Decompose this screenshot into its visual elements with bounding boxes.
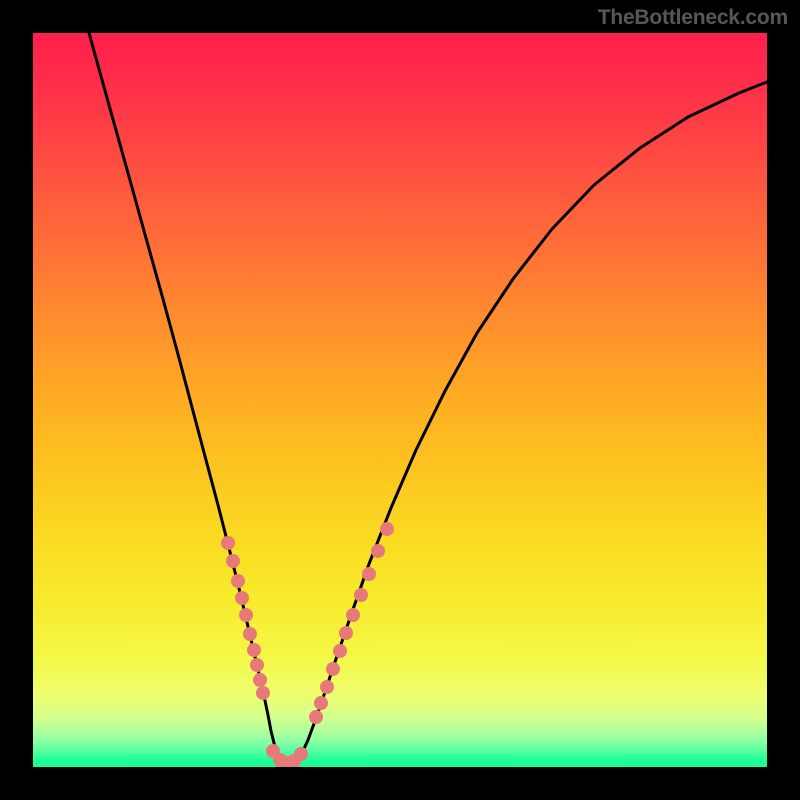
- marker-point: [231, 574, 245, 588]
- marker-point: [371, 544, 385, 558]
- marker-point: [326, 662, 340, 676]
- marker-point: [314, 696, 328, 710]
- chart-svg: [33, 33, 767, 767]
- marker-point: [250, 658, 264, 672]
- marker-point: [226, 554, 240, 568]
- marker-point: [235, 591, 249, 605]
- watermark-text: TheBottleneck.com: [598, 6, 788, 30]
- marker-point: [239, 608, 253, 622]
- curve-v-curve: [89, 33, 767, 764]
- marker-point: [221, 536, 235, 550]
- marker-point: [354, 588, 368, 602]
- marker-point: [294, 747, 308, 761]
- marker-point: [320, 680, 334, 694]
- marker-point: [243, 627, 257, 641]
- chart-frame: TheBottleneck.com: [0, 0, 800, 800]
- marker-point: [333, 644, 347, 658]
- marker-point: [247, 643, 261, 657]
- marker-point: [362, 567, 376, 581]
- marker-point: [339, 626, 353, 640]
- marker-point: [253, 673, 267, 687]
- plot-area: [33, 33, 767, 767]
- marker-point: [309, 710, 323, 724]
- marker-point: [256, 686, 270, 700]
- marker-point: [380, 522, 394, 536]
- marker-point: [346, 608, 360, 622]
